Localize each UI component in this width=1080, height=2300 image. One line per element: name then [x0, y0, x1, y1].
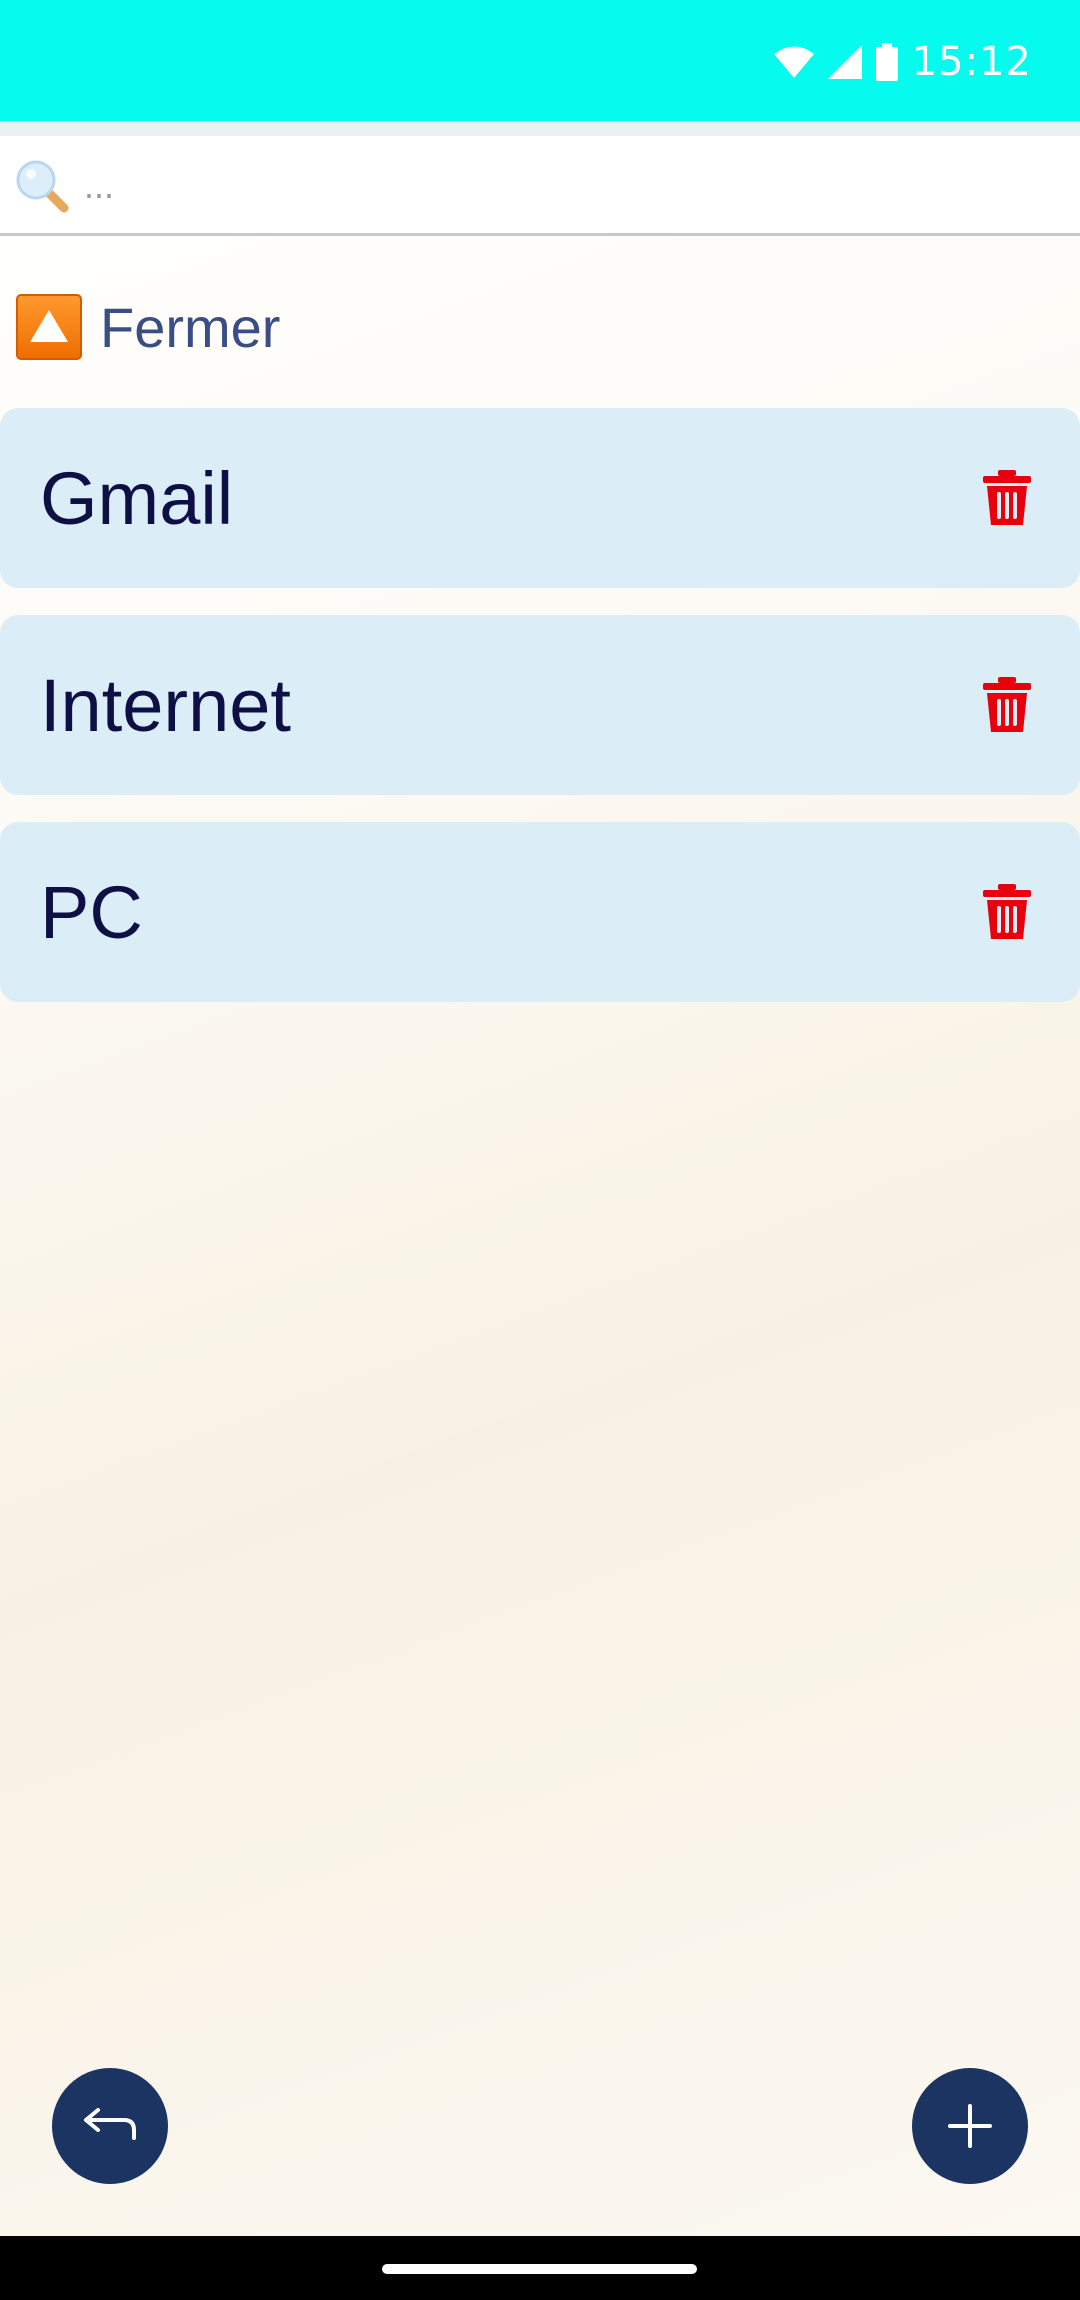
add-button[interactable]: [912, 2068, 1028, 2184]
return-arrow-icon: [84, 2108, 136, 2140]
search-input[interactable]: [84, 156, 1064, 216]
trash-icon[interactable]: [982, 677, 1032, 733]
list-item-label: Internet: [40, 663, 291, 747]
close-toggle[interactable]: Fermer: [16, 292, 280, 362]
trash-icon[interactable]: [982, 470, 1032, 526]
close-toggle-label: Fermer: [100, 295, 281, 359]
trash-icon[interactable]: [982, 884, 1032, 940]
battery-icon: [875, 43, 898, 81]
search-icon: [16, 160, 69, 213]
status-time: 15:12: [911, 39, 1032, 85]
back-button[interactable]: [52, 2068, 168, 2184]
status-icons: 15:12: [773, 39, 1032, 85]
status-bar: 15:12: [0, 0, 1080, 121]
divider: [0, 121, 1080, 136]
list-item-label: PC: [40, 870, 143, 954]
wifi-icon: [773, 46, 814, 78]
list-item[interactable]: Internet: [0, 615, 1080, 795]
warning-triangle-icon: [16, 294, 82, 360]
signal-icon: [827, 45, 862, 79]
search-bar: [0, 136, 1080, 236]
list-item[interactable]: Gmail: [0, 408, 1080, 588]
plus-icon: [948, 2104, 992, 2148]
home-indicator[interactable]: [382, 2264, 697, 2274]
list-item-label: Gmail: [40, 456, 234, 540]
list-item[interactable]: PC: [0, 822, 1080, 1002]
